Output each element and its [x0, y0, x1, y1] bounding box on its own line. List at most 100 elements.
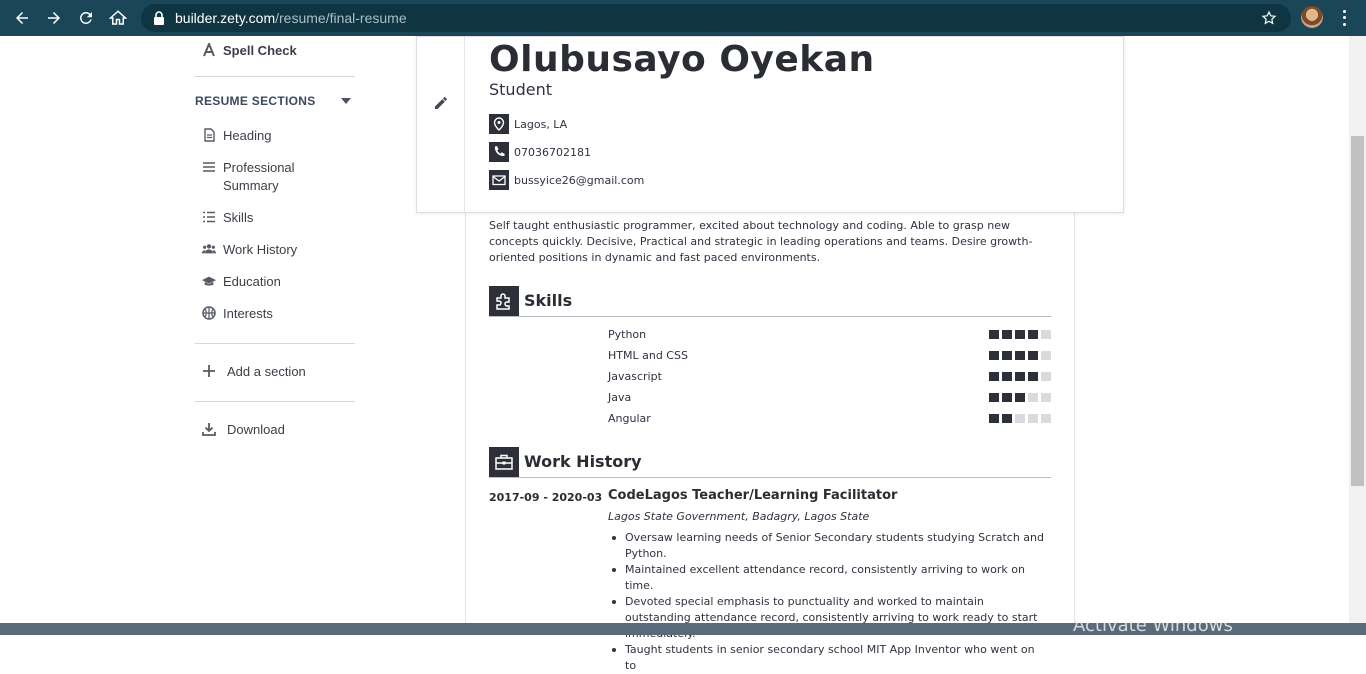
sidebar-item-heading[interactable]: Heading: [195, 127, 271, 145]
url-host: builder.zety.com: [175, 10, 276, 26]
arrow-right-icon: [48, 12, 60, 24]
reload-icon: [79, 11, 92, 24]
download-label: Download: [227, 422, 285, 437]
add-section-button[interactable]: Add a section: [195, 363, 306, 381]
resume-heading-section[interactable]: Olubusayo Oyekan Student Lagos, LA 07036…: [416, 36, 1124, 213]
skill-rating-dot: [1015, 329, 1025, 339]
list-icon: [201, 209, 217, 225]
skill-rating-dot: [1028, 413, 1038, 423]
skill-rating: [989, 350, 1051, 360]
back-button[interactable]: [6, 0, 38, 36]
job-bullet: Oversaw learning needs of Senior Seconda…: [608, 530, 1048, 562]
sidebar-item-label: Skills: [223, 210, 254, 225]
skill-row: HTML and CSS: [608, 348, 1051, 362]
skill-rating-dot: [1015, 413, 1025, 423]
skill-rating-dot: [1041, 329, 1051, 339]
skill-rating-dot: [1015, 371, 1025, 381]
address-bar[interactable]: builder.zety.com/resume/final-resume: [141, 4, 1291, 32]
skill-rating-dot: [1015, 392, 1025, 402]
download-icon: [201, 421, 217, 437]
sidebar-item-label: Work History: [223, 242, 298, 257]
skill-rating-dot: [1002, 329, 1012, 339]
sidebar-item-label: Professional Summary: [223, 160, 295, 193]
pencil-icon[interactable]: [433, 95, 449, 111]
sidebar-item-label: Heading: [223, 128, 272, 143]
skill-name: HTML and CSS: [608, 348, 688, 362]
spell-check-icon: [201, 42, 217, 58]
skill-row: Python: [608, 327, 1051, 341]
skill-rating-dot: [1041, 392, 1051, 402]
document-icon: [201, 127, 217, 143]
resume-name: Olubusayo Oyekan: [489, 39, 875, 80]
lock-icon: [154, 11, 164, 25]
skill-rating: [989, 371, 1051, 381]
skill-rating-dot: [1028, 329, 1038, 339]
work-history-section-header: Work History: [489, 446, 1051, 478]
download-button[interactable]: Download: [195, 421, 285, 439]
spell-check-button[interactable]: Spell Check: [195, 42, 297, 60]
skill-rating-dot: [989, 413, 999, 423]
location-text: Lagos, LA: [514, 117, 568, 131]
skill-rating-dot: [1002, 413, 1012, 423]
page-scrollbar-thumb[interactable]: [1351, 136, 1364, 486]
contact-email: bussyice26@gmail.com: [489, 170, 644, 190]
skill-rating-dot: [1041, 413, 1051, 423]
location-pin-icon: [489, 114, 509, 134]
skill-rating-dot: [1028, 392, 1038, 402]
professional-summary-text[interactable]: Self taught enthusiastic programmer, exc…: [489, 218, 1034, 266]
skill-rating-dot: [1028, 371, 1038, 381]
browser-menu-button[interactable]: [1336, 8, 1352, 28]
sidebar-divider: [195, 76, 355, 77]
job-bullets[interactable]: Oversaw learning needs of Senior Seconda…: [608, 530, 1048, 674]
url-text: builder.zety.com/resume/final-resume: [175, 10, 407, 26]
sidebar-divider: [195, 343, 355, 344]
sidebar-item-label: Education: [223, 274, 281, 289]
skill-name: Javascript: [608, 369, 662, 383]
skill-rating-dot: [1041, 371, 1051, 381]
activate-windows-watermark: Activate Windows: [1073, 615, 1233, 636]
sidebar-item-education[interactable]: Education: [195, 273, 281, 291]
skill-name: Python: [608, 327, 647, 341]
sidebar-divider: [195, 401, 355, 402]
graduation-cap-icon: [201, 273, 217, 289]
forward-button[interactable]: [38, 0, 70, 36]
skill-name: Java: [608, 390, 632, 404]
work-history-section-title: Work History: [524, 452, 642, 471]
skills-section-title: Skills: [524, 291, 573, 310]
skill-row: Java: [608, 390, 1051, 404]
job-bullet: Maintained excellent attendance record, …: [608, 562, 1048, 594]
sidebar-item-label: Interests: [223, 306, 273, 321]
contact-phone: 07036702181: [489, 142, 591, 162]
resume-sections-heading: RESUME SECTIONS: [195, 94, 316, 108]
job-title: CodeLagos Teacher/Learning Facilitator: [608, 488, 898, 503]
skills-section-header: Skills: [489, 285, 1051, 317]
job-bullet: Taught students in senior secondary scho…: [608, 642, 1048, 674]
profile-avatar[interactable]: [1301, 6, 1323, 28]
sidebar-item-skills[interactable]: Skills: [195, 209, 253, 227]
home-icon: [109, 10, 127, 25]
add-section-label: Add a section: [227, 364, 306, 379]
skill-row: Javascript: [608, 369, 1051, 383]
bookmark-star-icon[interactable]: [1261, 10, 1277, 26]
skill-name: Angular: [608, 411, 651, 425]
email-text: bussyice26@gmail.com: [514, 173, 645, 187]
reload-button[interactable]: [70, 0, 102, 36]
job-dates: 2017-09 - 2020-03: [489, 491, 603, 504]
skill-rating-dot: [989, 350, 999, 360]
spell-check-label: Spell Check: [223, 43, 297, 58]
users-icon: [201, 241, 217, 257]
plus-icon: [201, 363, 217, 379]
skill-rating: [989, 413, 1051, 423]
skill-rating-dot: [989, 329, 999, 339]
arrow-left-icon: [16, 12, 28, 24]
sidebar-item-work-history[interactable]: Work History: [195, 241, 297, 259]
lines-icon: [201, 159, 217, 175]
skill-rating-dot: [989, 392, 999, 402]
home-button[interactable]: [102, 0, 134, 36]
skill-rating: [989, 329, 1051, 339]
skill-rating-dot: [1015, 350, 1025, 360]
resume-sections-toggle[interactable]: RESUME SECTIONS: [195, 94, 355, 108]
sidebar-item-interests[interactable]: Interests: [195, 305, 273, 323]
sidebar-item-professional-summary[interactable]: Professional Summary: [195, 159, 313, 195]
basketball-icon: [201, 305, 217, 321]
